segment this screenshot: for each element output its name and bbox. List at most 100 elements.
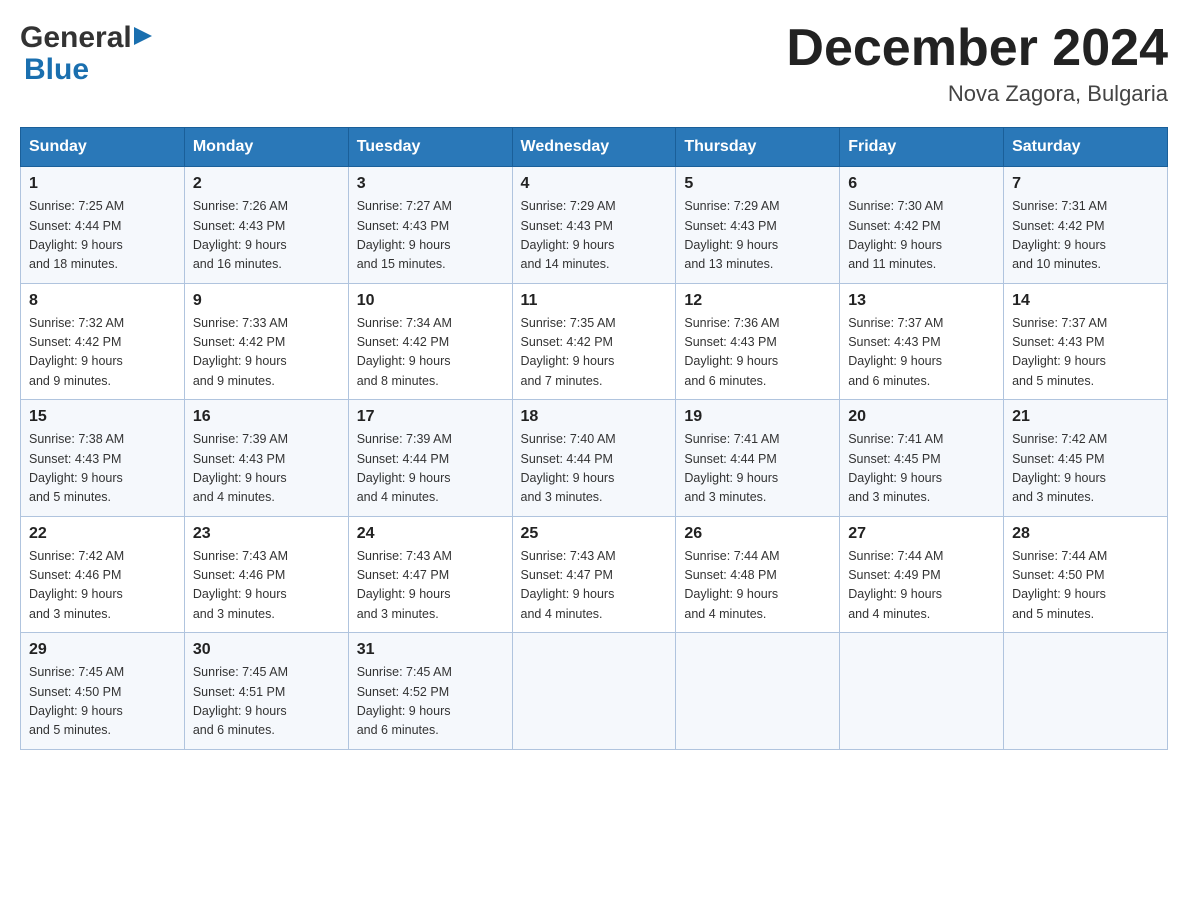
day-info: Sunrise: 7:36 AM Sunset: 4:43 PM Dayligh…: [684, 314, 831, 392]
day-of-week-header: Thursday: [676, 128, 840, 167]
calendar-cell: 11 Sunrise: 7:35 AM Sunset: 4:42 PM Dayl…: [512, 283, 676, 400]
calendar-cell: 3 Sunrise: 7:27 AM Sunset: 4:43 PM Dayli…: [348, 167, 512, 284]
calendar-cell: [676, 633, 840, 750]
calendar-cell: 27 Sunrise: 7:44 AM Sunset: 4:49 PM Dayl…: [840, 516, 1004, 633]
day-of-week-header: Tuesday: [348, 128, 512, 167]
day-info: Sunrise: 7:33 AM Sunset: 4:42 PM Dayligh…: [193, 314, 340, 392]
day-info: Sunrise: 7:29 AM Sunset: 4:43 PM Dayligh…: [521, 197, 668, 275]
day-number: 18: [521, 408, 668, 426]
day-info: Sunrise: 7:30 AM Sunset: 4:42 PM Dayligh…: [848, 197, 995, 275]
day-number: 23: [193, 525, 340, 543]
calendar-cell: 22 Sunrise: 7:42 AM Sunset: 4:46 PM Dayl…: [21, 516, 185, 633]
calendar-cell: 23 Sunrise: 7:43 AM Sunset: 4:46 PM Dayl…: [184, 516, 348, 633]
day-number: 21: [1012, 408, 1159, 426]
day-number: 20: [848, 408, 995, 426]
calendar-cell: 20 Sunrise: 7:41 AM Sunset: 4:45 PM Dayl…: [840, 400, 1004, 517]
day-number: 19: [684, 408, 831, 426]
calendar-cell: 30 Sunrise: 7:45 AM Sunset: 4:51 PM Dayl…: [184, 633, 348, 750]
day-info: Sunrise: 7:44 AM Sunset: 4:50 PM Dayligh…: [1012, 547, 1159, 625]
calendar-week-row: 29 Sunrise: 7:45 AM Sunset: 4:50 PM Dayl…: [21, 633, 1168, 750]
day-number: 9: [193, 292, 340, 310]
logo-blue: Blue: [20, 52, 152, 88]
day-number: 16: [193, 408, 340, 426]
calendar-cell: 7 Sunrise: 7:31 AM Sunset: 4:42 PM Dayli…: [1004, 167, 1168, 284]
calendar-cell: 31 Sunrise: 7:45 AM Sunset: 4:52 PM Dayl…: [348, 633, 512, 750]
day-of-week-header: Saturday: [1004, 128, 1168, 167]
calendar-cell: 17 Sunrise: 7:39 AM Sunset: 4:44 PM Dayl…: [348, 400, 512, 517]
day-info: Sunrise: 7:41 AM Sunset: 4:45 PM Dayligh…: [848, 430, 995, 508]
day-number: 5: [684, 175, 831, 193]
calendar-cell: 9 Sunrise: 7:33 AM Sunset: 4:42 PM Dayli…: [184, 283, 348, 400]
calendar-cell: 24 Sunrise: 7:43 AM Sunset: 4:47 PM Dayl…: [348, 516, 512, 633]
day-info: Sunrise: 7:27 AM Sunset: 4:43 PM Dayligh…: [357, 197, 504, 275]
day-number: 15: [29, 408, 176, 426]
day-info: Sunrise: 7:34 AM Sunset: 4:42 PM Dayligh…: [357, 314, 504, 392]
day-of-week-header: Monday: [184, 128, 348, 167]
day-number: 6: [848, 175, 995, 193]
day-info: Sunrise: 7:35 AM Sunset: 4:42 PM Dayligh…: [521, 314, 668, 392]
day-number: 27: [848, 525, 995, 543]
calendar-cell: 10 Sunrise: 7:34 AM Sunset: 4:42 PM Dayl…: [348, 283, 512, 400]
day-info: Sunrise: 7:42 AM Sunset: 4:46 PM Dayligh…: [29, 547, 176, 625]
day-number: 2: [193, 175, 340, 193]
calendar-week-row: 8 Sunrise: 7:32 AM Sunset: 4:42 PM Dayli…: [21, 283, 1168, 400]
day-number: 24: [357, 525, 504, 543]
day-info: Sunrise: 7:38 AM Sunset: 4:43 PM Dayligh…: [29, 430, 176, 508]
day-number: 4: [521, 175, 668, 193]
day-number: 12: [684, 292, 831, 310]
day-number: 13: [848, 292, 995, 310]
calendar-cell: 8 Sunrise: 7:32 AM Sunset: 4:42 PM Dayli…: [21, 283, 185, 400]
calendar-cell: 13 Sunrise: 7:37 AM Sunset: 4:43 PM Dayl…: [840, 283, 1004, 400]
logo-general: General: [20, 20, 132, 56]
calendar-cell: [840, 633, 1004, 750]
calendar-cell: 1 Sunrise: 7:25 AM Sunset: 4:44 PM Dayli…: [21, 167, 185, 284]
day-info: Sunrise: 7:44 AM Sunset: 4:49 PM Dayligh…: [848, 547, 995, 625]
day-info: Sunrise: 7:25 AM Sunset: 4:44 PM Dayligh…: [29, 197, 176, 275]
calendar-cell: 21 Sunrise: 7:42 AM Sunset: 4:45 PM Dayl…: [1004, 400, 1168, 517]
day-info: Sunrise: 7:42 AM Sunset: 4:45 PM Dayligh…: [1012, 430, 1159, 508]
calendar-cell: 15 Sunrise: 7:38 AM Sunset: 4:43 PM Dayl…: [21, 400, 185, 517]
day-info: Sunrise: 7:43 AM Sunset: 4:46 PM Dayligh…: [193, 547, 340, 625]
calendar-cell: 5 Sunrise: 7:29 AM Sunset: 4:43 PM Dayli…: [676, 167, 840, 284]
day-number: 31: [357, 641, 504, 659]
day-number: 14: [1012, 292, 1159, 310]
day-number: 22: [29, 525, 176, 543]
day-number: 11: [521, 292, 668, 310]
day-info: Sunrise: 7:29 AM Sunset: 4:43 PM Dayligh…: [684, 197, 831, 275]
day-number: 3: [357, 175, 504, 193]
day-info: Sunrise: 7:44 AM Sunset: 4:48 PM Dayligh…: [684, 547, 831, 625]
day-number: 17: [357, 408, 504, 426]
calendar-cell: [512, 633, 676, 750]
calendar-cell: 2 Sunrise: 7:26 AM Sunset: 4:43 PM Dayli…: [184, 167, 348, 284]
day-info: Sunrise: 7:45 AM Sunset: 4:52 PM Dayligh…: [357, 663, 504, 741]
day-info: Sunrise: 7:37 AM Sunset: 4:43 PM Dayligh…: [848, 314, 995, 392]
day-of-week-header: Wednesday: [512, 128, 676, 167]
calendar-cell: 28 Sunrise: 7:44 AM Sunset: 4:50 PM Dayl…: [1004, 516, 1168, 633]
day-number: 30: [193, 641, 340, 659]
calendar-table: SundayMondayTuesdayWednesdayThursdayFrid…: [20, 127, 1168, 750]
day-info: Sunrise: 7:45 AM Sunset: 4:51 PM Dayligh…: [193, 663, 340, 741]
calendar-subtitle: Nova Zagora, Bulgaria: [786, 81, 1168, 107]
calendar-cell: 18 Sunrise: 7:40 AM Sunset: 4:44 PM Dayl…: [512, 400, 676, 517]
day-info: Sunrise: 7:40 AM Sunset: 4:44 PM Dayligh…: [521, 430, 668, 508]
day-number: 8: [29, 292, 176, 310]
day-info: Sunrise: 7:43 AM Sunset: 4:47 PM Dayligh…: [357, 547, 504, 625]
day-number: 25: [521, 525, 668, 543]
calendar-cell: 16 Sunrise: 7:39 AM Sunset: 4:43 PM Dayl…: [184, 400, 348, 517]
calendar-cell: 12 Sunrise: 7:36 AM Sunset: 4:43 PM Dayl…: [676, 283, 840, 400]
day-info: Sunrise: 7:45 AM Sunset: 4:50 PM Dayligh…: [29, 663, 176, 741]
day-of-week-header: Friday: [840, 128, 1004, 167]
calendar-cell: [1004, 633, 1168, 750]
day-number: 7: [1012, 175, 1159, 193]
calendar-cell: 6 Sunrise: 7:30 AM Sunset: 4:42 PM Dayli…: [840, 167, 1004, 284]
page-header: General Blue December 2024 Nova Zagora, …: [20, 20, 1168, 107]
day-number: 28: [1012, 525, 1159, 543]
day-info: Sunrise: 7:37 AM Sunset: 4:43 PM Dayligh…: [1012, 314, 1159, 392]
calendar-week-row: 22 Sunrise: 7:42 AM Sunset: 4:46 PM Dayl…: [21, 516, 1168, 633]
calendar-cell: 26 Sunrise: 7:44 AM Sunset: 4:48 PM Dayl…: [676, 516, 840, 633]
day-info: Sunrise: 7:39 AM Sunset: 4:43 PM Dayligh…: [193, 430, 340, 508]
calendar-cell: 19 Sunrise: 7:41 AM Sunset: 4:44 PM Dayl…: [676, 400, 840, 517]
day-info: Sunrise: 7:41 AM Sunset: 4:44 PM Dayligh…: [684, 430, 831, 508]
calendar-cell: 4 Sunrise: 7:29 AM Sunset: 4:43 PM Dayli…: [512, 167, 676, 284]
calendar-header-row: SundayMondayTuesdayWednesdayThursdayFrid…: [21, 128, 1168, 167]
